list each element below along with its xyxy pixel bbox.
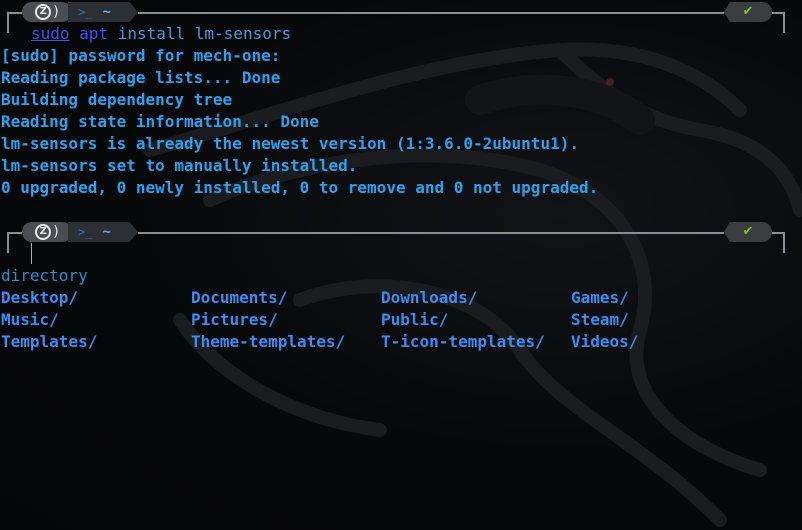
completion-row: Templates/ Theme-templates/ T-icon-templ… [1, 331, 761, 353]
completion-item[interactable]: Videos/ [571, 331, 761, 353]
check-icon: ✔ [742, 4, 754, 19]
completion-item[interactable]: Music/ [1, 309, 191, 331]
completion-row: Music/ Pictures/ Public/ Steam/ [1, 309, 761, 331]
completion-grid: Desktop/ Documents/ Downloads/ Games/ Mu… [1, 287, 761, 353]
status-segment: ✔ [724, 222, 772, 242]
completion-item[interactable]: Public/ [381, 309, 571, 331]
command-apt: apt [79, 24, 109, 43]
completion-item[interactable]: T-icon-templates/ [381, 331, 571, 353]
command-line[interactable]: sudo apt install lm-sensors [31, 23, 291, 45]
output-line: Reading state information... Done [1, 112, 319, 131]
os-logo-segment: Z ) [22, 2, 72, 22]
zorin-logo-icon: Z [35, 224, 52, 240]
prompt-bar: Z ) >_ ~ ✔ [0, 221, 802, 253]
command-sudo: sudo [31, 24, 70, 43]
output-line: Reading package lists... Done [1, 68, 281, 87]
text-cursor[interactable] [31, 243, 32, 264]
home-path: ~ [102, 4, 111, 20]
path-segment: >_ ~ [68, 2, 138, 22]
path-segment: >_ ~ [68, 222, 138, 242]
completion-item[interactable]: Templates/ [1, 331, 191, 353]
status-segment: ✔ [724, 2, 772, 22]
os-logo-segment: Z ) [22, 222, 72, 242]
output-line: lm-sensors is already the newest version… [1, 134, 579, 153]
completion-item[interactable]: Downloads/ [381, 287, 571, 309]
logo-divider: ) [53, 4, 59, 20]
command-args: install lm-sensors [108, 24, 292, 43]
terminal-window[interactable]: Z ) >_ ~ ✔ sudo apt install lm-sensors [… [0, 0, 802, 530]
terminal-icon: >_ [78, 225, 93, 239]
output-line: Building dependency tree [1, 90, 233, 109]
output-line: [sudo] password for mech-one: [1, 46, 281, 65]
check-icon: ✔ [742, 224, 754, 239]
completion-group-label: directory [1, 266, 88, 285]
completion-item[interactable]: Games/ [571, 287, 761, 309]
completion-item[interactable]: Documents/ [191, 287, 381, 309]
home-path: ~ [102, 224, 111, 240]
completion-item[interactable]: Desktop/ [1, 287, 191, 309]
output-line: 0 upgraded, 0 newly installed, 0 to remo… [1, 178, 599, 197]
terminal-icon: >_ [78, 5, 93, 19]
completion-item[interactable]: Theme-templates/ [191, 331, 381, 353]
zorin-logo-icon: Z [35, 4, 52, 20]
logo-divider: ) [53, 224, 59, 240]
output-line: lm-sensors set to manually installed. [1, 156, 358, 175]
completion-item[interactable]: Pictures/ [191, 309, 381, 331]
completion-row: Desktop/ Documents/ Downloads/ Games/ [1, 287, 761, 309]
completion-item[interactable]: Steam/ [571, 309, 761, 331]
